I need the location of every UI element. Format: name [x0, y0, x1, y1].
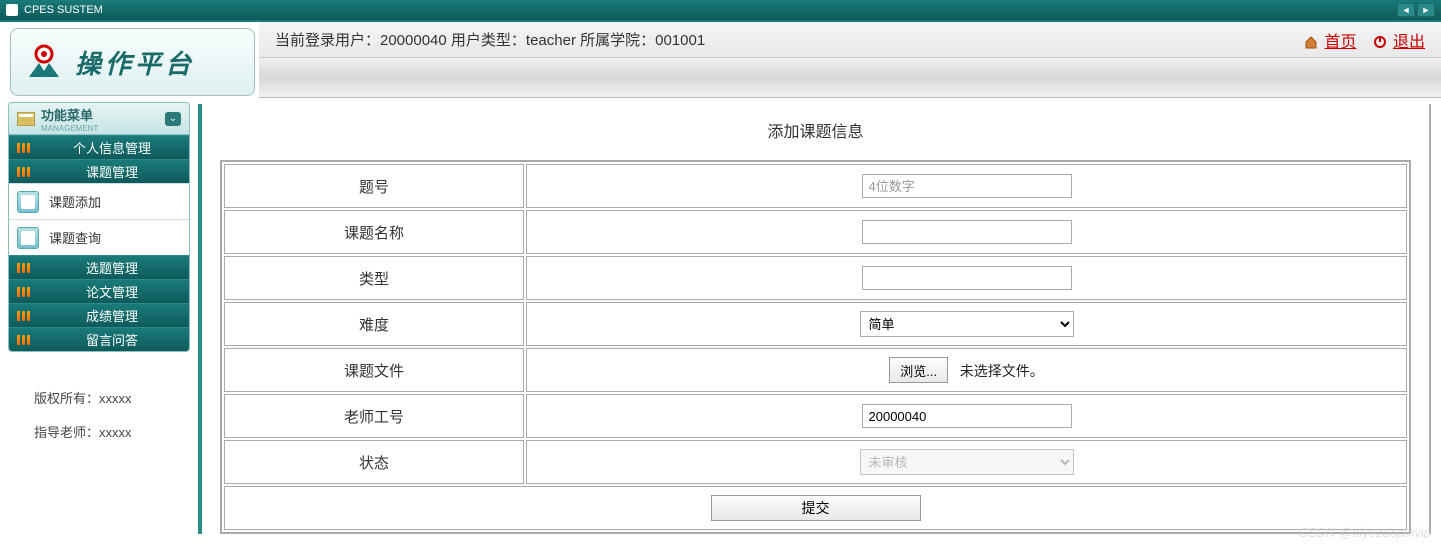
form-row-teacher: 老师工号 — [224, 394, 1407, 438]
teacher-input[interactable] — [862, 404, 1072, 428]
label-name: 课题名称 — [224, 210, 524, 254]
label-difficulty: 难度 — [224, 302, 524, 346]
form-row-name: 课题名称 — [224, 210, 1407, 254]
label-file: 课题文件 — [224, 348, 524, 392]
page-title: 添加课题信息 — [220, 104, 1411, 160]
sidebar: 功能菜单 MANAGEMENT ⌄ 个人信息管理 课题管理 课题添加 课题查询 — [8, 102, 190, 544]
app-title: CPES SUSTEM — [24, 4, 103, 16]
bars-icon — [17, 334, 33, 346]
header-info-bar: 当前登录用户：20000040 用户类型：teacher 所属学院：001001… — [259, 22, 1441, 58]
advisor: 指导老师：xxxxx — [34, 416, 180, 450]
exit-link-wrap[interactable]: 退出 — [1373, 28, 1425, 52]
label-teacher: 老师工号 — [224, 394, 524, 438]
home-link[interactable]: 首页 — [1325, 34, 1357, 51]
sidebar-item-label: 个人信息管理 — [43, 138, 181, 157]
sidebar-item-topic[interactable]: 课题管理 — [9, 159, 189, 183]
sidebar-item-qa[interactable]: 留言问答 — [9, 327, 189, 351]
type-input[interactable] — [862, 266, 1072, 290]
status-select: 未审核 — [860, 449, 1074, 475]
bars-icon — [17, 310, 33, 322]
sidebar-item-topic-query[interactable]: 课题查询 — [9, 219, 189, 255]
sidebar-item-thesis[interactable]: 论文管理 — [9, 279, 189, 303]
sidebar-footer: 版权所有：xxxxx 指导老师：xxxxx — [8, 352, 190, 460]
bars-icon — [17, 166, 33, 178]
form-row-number: 题号 — [224, 164, 1407, 208]
submit-button[interactable]: 提交 — [711, 495, 921, 521]
form-row-file: 课题文件 浏览... 未选择文件。 — [224, 348, 1407, 392]
home-link-wrap[interactable]: 首页 — [1304, 28, 1356, 52]
doc-icon — [17, 227, 39, 249]
sidebar-item-label: 留言问答 — [43, 330, 181, 349]
logo-block: 操作平台 — [10, 28, 255, 96]
exit-link[interactable]: 退出 — [1393, 34, 1425, 51]
name-input[interactable] — [862, 220, 1072, 244]
sidebar-item-topic-add[interactable]: 课题添加 — [9, 183, 189, 219]
file-status: 未选择文件。 — [960, 363, 1044, 379]
watermark: CSDN @biyezuopinvip — [1299, 525, 1431, 540]
sidebar-item-profile[interactable]: 个人信息管理 — [9, 135, 189, 159]
content: 添加课题信息 题号 课题名称 类型 — [196, 102, 1433, 544]
menu-subtitle: MANAGEMENT — [41, 124, 165, 133]
sidebar-item-grade[interactable]: 成绩管理 — [9, 303, 189, 327]
menu-title: 功能菜单 — [41, 105, 165, 124]
app-icon — [6, 4, 18, 16]
window-nav: ◄ ► — [1397, 3, 1435, 17]
sidebar-item-label: 课题管理 — [43, 162, 181, 181]
power-icon — [1373, 35, 1387, 49]
doc-icon — [17, 191, 39, 213]
label-type: 类型 — [224, 256, 524, 300]
form-row-type: 类型 — [224, 256, 1407, 300]
number-input[interactable] — [862, 174, 1072, 198]
header-band — [259, 58, 1441, 98]
browse-button[interactable]: 浏览... — [889, 357, 948, 383]
form-row-submit: 提交 — [224, 486, 1407, 530]
label-number: 题号 — [224, 164, 524, 208]
bars-icon — [17, 262, 33, 274]
bars-icon — [17, 286, 33, 298]
sidebar-item-label: 课题查询 — [49, 228, 101, 247]
bars-icon — [17, 142, 33, 154]
menu-header: 功能菜单 MANAGEMENT ⌄ — [9, 103, 189, 135]
difficulty-select[interactable]: 简单 — [860, 311, 1074, 337]
sidebar-item-selection[interactable]: 选题管理 — [9, 255, 189, 279]
sidebar-item-label: 论文管理 — [43, 282, 181, 301]
menu-icon — [17, 112, 35, 126]
collapse-icon[interactable]: ⌄ — [165, 112, 181, 126]
sidebar-item-label: 成绩管理 — [43, 306, 181, 325]
sidebar-item-label: 选题管理 — [43, 258, 181, 277]
copyright: 版权所有：xxxxx — [34, 382, 180, 416]
nav-next-icon[interactable]: ► — [1417, 3, 1435, 17]
form-row-status: 状态 未审核 — [224, 440, 1407, 484]
nav-prev-icon[interactable]: ◄ — [1397, 3, 1415, 17]
label-status: 状态 — [224, 440, 524, 484]
logo-text: 操作平台 — [75, 44, 195, 81]
form-row-difficulty: 难度 简单 — [224, 302, 1407, 346]
sidebar-item-label: 课题添加 — [49, 192, 101, 211]
form-table: 题号 课题名称 类型 — [220, 160, 1411, 534]
home-icon — [1304, 35, 1318, 49]
titlebar: CPES SUSTEM ◄ ► — [0, 0, 1441, 20]
login-info: 当前登录用户：20000040 用户类型：teacher 所属学院：001001 — [275, 29, 1304, 50]
logo-icon — [23, 41, 65, 83]
